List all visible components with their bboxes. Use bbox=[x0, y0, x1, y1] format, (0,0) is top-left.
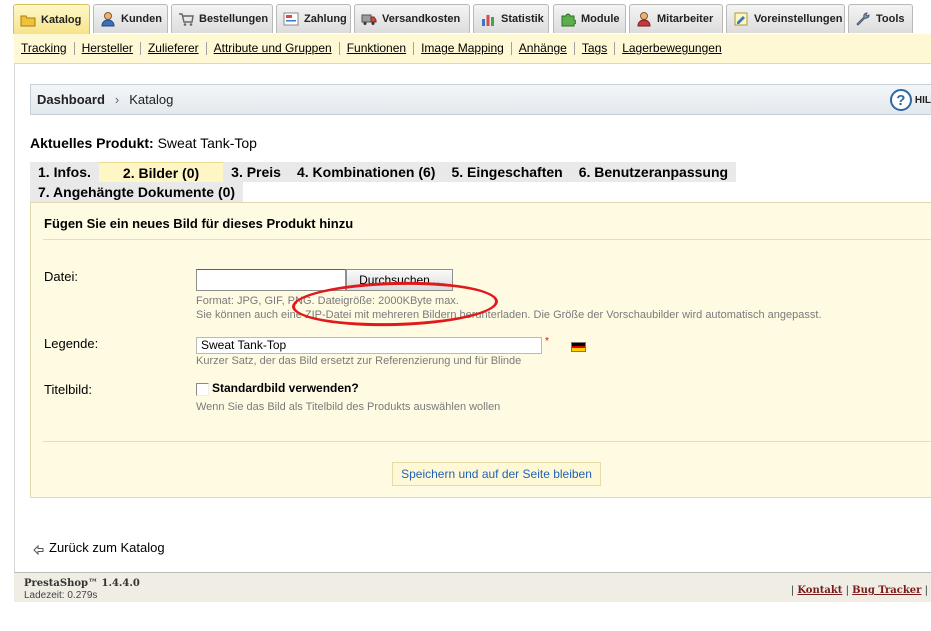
tab-eigenschaften[interactable]: 5. Eingeschaften bbox=[443, 162, 571, 182]
footer-link-kontakt[interactable]: Kontakt bbox=[797, 585, 842, 596]
save-and-stay-button[interactable]: Speichern und auf der Seite bleiben bbox=[392, 462, 601, 486]
tab-tools[interactable]: Tools bbox=[848, 4, 913, 33]
puzzle-icon bbox=[560, 11, 577, 27]
tab-label: Zahlung bbox=[304, 13, 347, 25]
submenu-item-image-mapping[interactable]: Image Mapping bbox=[413, 42, 511, 55]
footer: PrestaShop™ 1.4.4.0 Ladezeit: 0.279s | K… bbox=[14, 572, 931, 602]
tab-voreinstellungen[interactable]: Voreinstellungen bbox=[726, 4, 845, 33]
tab-label: Bestellungen bbox=[199, 13, 269, 25]
employee-icon bbox=[636, 11, 652, 27]
file-label: Datei: bbox=[44, 269, 78, 284]
content-left-border bbox=[14, 64, 15, 600]
help-label: HIL bbox=[914, 94, 931, 106]
tab-label: Mitarbeiter bbox=[657, 13, 714, 25]
tab-statistik[interactable]: Statistik bbox=[473, 4, 549, 33]
product-tabs: 1. Infos. 2. Bilder (0) 3. Preis 4. Komb… bbox=[30, 162, 760, 202]
tab-benutzeranpassung[interactable]: 6. Benutzeranpassung bbox=[570, 162, 737, 182]
divider bbox=[43, 441, 931, 442]
tab-infos[interactable]: 1. Infos. bbox=[30, 162, 99, 182]
folder-icon bbox=[20, 12, 36, 28]
footer-brand: PrestaShop™ 1.4.4.0 bbox=[24, 578, 140, 589]
cover-checkbox-label[interactable]: Standardbild verwenden? bbox=[212, 381, 359, 395]
cover-hint: Wenn Sie das Bild als Titelbild des Prod… bbox=[196, 401, 501, 413]
chart-icon bbox=[480, 11, 496, 27]
tab-label: Statistik bbox=[501, 13, 544, 25]
tab-label: Kunden bbox=[121, 13, 162, 25]
footer-separator: | bbox=[845, 585, 849, 596]
cart-icon bbox=[178, 11, 194, 27]
panel-heading: Fügen Sie ein neues Bild für dieses Prod… bbox=[44, 216, 354, 231]
breadcrumb-separator-icon: › bbox=[114, 92, 120, 107]
tab-mitarbeiter[interactable]: Mitarbeiter bbox=[629, 4, 723, 33]
truck-icon bbox=[361, 11, 377, 27]
required-marker: * bbox=[545, 336, 549, 347]
tab-label: Module bbox=[581, 13, 620, 25]
tab-zahlung[interactable]: Zahlung bbox=[276, 4, 351, 33]
tab-preis[interactable]: 3. Preis bbox=[223, 162, 289, 182]
page-title: Aktuelles Produkt: Sweat Tank-Top bbox=[30, 135, 257, 151]
tab-bilder[interactable]: 2. Bilder (0) bbox=[98, 162, 224, 182]
footer-separator: | bbox=[924, 585, 928, 596]
submenu-item-hersteller[interactable]: Hersteller bbox=[73, 42, 140, 55]
main-navigation-tabs: Katalog Kunden Bestellungen Zahlung Vers… bbox=[0, 0, 931, 34]
product-name: Sweat Tank-Top bbox=[157, 135, 257, 151]
legend-input[interactable]: Sweat Tank-Top bbox=[196, 337, 542, 354]
breadcrumb-current: Katalog bbox=[129, 92, 174, 107]
tab-module[interactable]: Module bbox=[553, 4, 626, 33]
wrench-icon bbox=[855, 11, 871, 27]
help-button[interactable]: ? HIL bbox=[889, 89, 931, 111]
user-icon bbox=[100, 11, 116, 27]
tab-label: Tools bbox=[876, 13, 905, 25]
payment-icon bbox=[283, 11, 299, 27]
page-bottom bbox=[0, 602, 931, 631]
submenu-item-tracking[interactable]: Tracking bbox=[21, 42, 74, 55]
product-title-label: Aktuelles Produkt: bbox=[30, 135, 154, 151]
back-arrow-icon bbox=[33, 543, 44, 555]
footer-link-bug-tracker[interactable]: Bug Tracker bbox=[852, 585, 921, 596]
tab-label: Katalog bbox=[41, 13, 82, 26]
cover-label: Titelbild: bbox=[44, 382, 92, 397]
help-icon: ? bbox=[889, 89, 912, 111]
back-link-label: Zurück zum Katalog bbox=[49, 540, 165, 555]
breadcrumb: Dashboard › Katalog ? HIL bbox=[30, 84, 931, 115]
tab-label: Voreinstellungen bbox=[754, 13, 843, 25]
cover-checkbox[interactable] bbox=[196, 383, 209, 396]
legend-hint: Kurzer Satz, der das Bild ersetzt zur Re… bbox=[196, 355, 522, 367]
preferences-icon bbox=[733, 11, 749, 27]
tab-bestellungen[interactable]: Bestellungen bbox=[171, 4, 273, 33]
file-zip-hint: Sie können auch eine ZIP-Datei mit mehre… bbox=[196, 309, 822, 321]
submenu-item-attribute[interactable]: Attribute und Gruppen bbox=[205, 42, 339, 55]
tab-kombinationen[interactable]: 4. Kombinationen (6) bbox=[288, 162, 444, 182]
catalog-submenu: Tracking Hersteller Zulieferer Attribute… bbox=[14, 34, 931, 64]
german-flag-icon[interactable] bbox=[571, 342, 586, 352]
submenu-item-tags[interactable]: Tags bbox=[573, 42, 614, 55]
footer-links: | Kontakt | Bug Tracker | bbox=[791, 585, 928, 596]
tab-versandkosten[interactable]: Versandkosten bbox=[354, 4, 470, 33]
submenu-item-zulieferer[interactable]: Zulieferer bbox=[139, 42, 206, 55]
submenu-item-funktionen[interactable]: Funktionen bbox=[338, 42, 413, 55]
tab-label: Versandkosten bbox=[382, 13, 461, 25]
back-to-catalog-link[interactable]: Zurück zum Katalog bbox=[33, 540, 165, 555]
divider bbox=[43, 239, 931, 240]
footer-load-time: Ladezeit: 0.279s bbox=[24, 590, 98, 601]
tab-katalog[interactable]: Katalog bbox=[13, 4, 90, 34]
image-upload-panel: Fügen Sie ein neues Bild für dieses Prod… bbox=[30, 202, 931, 498]
file-input[interactable] bbox=[196, 269, 346, 291]
legend-label: Legende: bbox=[44, 336, 99, 351]
submenu-item-anhaenge[interactable]: Anhänge bbox=[510, 42, 574, 55]
tab-kunden[interactable]: Kunden bbox=[93, 4, 168, 33]
breadcrumb-dashboard[interactable]: Dashboard bbox=[37, 92, 105, 107]
tab-angehaengte-dokumente[interactable]: 7. Angehängte Dokumente (0) bbox=[30, 182, 244, 202]
submenu-item-lagerbewegungen[interactable]: Lagerbewegungen bbox=[614, 42, 728, 55]
footer-separator: | bbox=[790, 585, 795, 596]
